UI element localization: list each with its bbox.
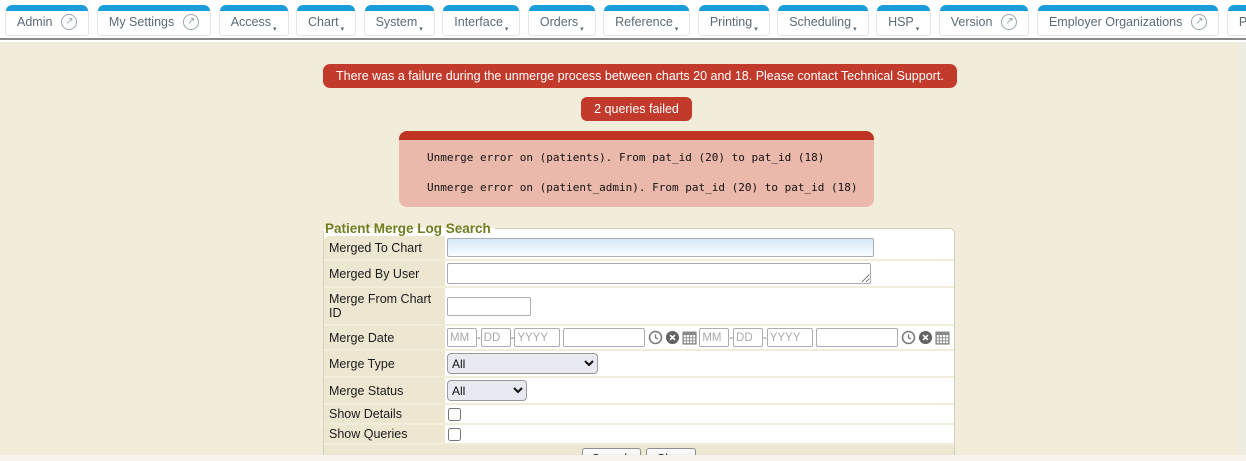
external-link-icon: ↗	[183, 14, 199, 30]
bottom-edge-strip	[0, 455, 1246, 461]
tab-label: System	[376, 15, 418, 29]
tab-hsp[interactable]: HSP ▾	[876, 5, 931, 36]
field-label: Merge Date	[324, 326, 445, 349]
tab-label: Reference	[615, 15, 673, 29]
year-input[interactable]	[767, 328, 813, 347]
form-row-show-details: Show Details	[324, 405, 954, 425]
merge-date-from-group: - -	[447, 328, 699, 347]
calendar-icon[interactable]	[935, 330, 950, 345]
dropdown-caret-icon: ▾	[580, 25, 584, 33]
dropdown-caret-icon: ▾	[505, 25, 509, 33]
field-label: Show Details	[324, 405, 445, 423]
form-title: Patient Merge Log Search	[324, 221, 495, 236]
tab-bar: Admin ↗ My Settings ↗ Access ▾ Chart ▾ S…	[0, 0, 1246, 40]
tab-orders[interactable]: Orders ▾	[528, 5, 596, 36]
merged-to-chart-input[interactable]	[447, 238, 874, 257]
clear-date-icon[interactable]	[918, 330, 933, 345]
month-input[interactable]	[447, 328, 477, 347]
tab-label: Printing	[710, 15, 752, 29]
form-row-show-queries: Show Queries	[324, 425, 954, 445]
error-details-header-bar	[399, 131, 874, 140]
form-row-merge-date: Merge Date - -	[324, 326, 954, 351]
tab-my-settings[interactable]: My Settings ↗	[97, 5, 211, 36]
external-link-icon: ↗	[1191, 14, 1207, 30]
error-banner: There was a failure during the unmerge p…	[323, 64, 957, 88]
merged-by-user-textarea[interactable]	[447, 263, 871, 284]
clock-icon[interactable]	[648, 330, 663, 345]
clock-icon[interactable]	[901, 330, 916, 345]
tab-label: HSP	[888, 15, 914, 29]
error-details-box: Unmerge error on (patients). From pat_id…	[399, 131, 874, 207]
tab-label: Provider Management	[1239, 15, 1246, 29]
form-row-merged-to-chart: Merged To Chart	[324, 236, 954, 261]
tab-label: Interface	[454, 15, 503, 29]
merge-type-select[interactable]: All	[447, 353, 598, 374]
tab-provider-management[interactable]: Provider Management ↗	[1227, 5, 1246, 36]
dropdown-caret-icon: ▾	[675, 25, 679, 33]
tab-label: Scheduling	[789, 15, 851, 29]
merge-from-chart-id-input[interactable]	[447, 297, 531, 316]
dropdown-caret-icon: ▾	[853, 25, 857, 33]
tab-system[interactable]: System ▾	[364, 5, 435, 36]
form-row-merge-from-chart-id: Merge From Chart ID	[324, 288, 954, 326]
patient-merge-log-search-form: Patient Merge Log Search Merged To Chart…	[323, 221, 955, 461]
tab-admin[interactable]: Admin ↗	[5, 5, 89, 36]
error-detail-line: Unmerge error on (patients). From pat_id…	[427, 151, 864, 164]
tab-label: Version	[951, 15, 993, 29]
clear-date-icon[interactable]	[665, 330, 680, 345]
tab-label: Chart	[308, 15, 339, 29]
calendar-icon[interactable]	[682, 330, 697, 345]
tab-interface[interactable]: Interface ▾	[442, 5, 520, 36]
merge-status-select[interactable]: All	[447, 380, 527, 401]
month-input[interactable]	[699, 328, 729, 347]
right-edge-strip	[1238, 42, 1246, 461]
time-input[interactable]	[563, 328, 645, 347]
tab-employer-organizations[interactable]: Employer Organizations ↗	[1037, 5, 1219, 36]
error-details-body: Unmerge error on (patients). From pat_id…	[399, 140, 874, 207]
tab-version[interactable]: Version ↗	[939, 5, 1030, 36]
field-label: Merged To Chart	[324, 236, 445, 259]
dropdown-caret-icon: ▾	[273, 25, 277, 33]
external-link-icon: ↗	[1001, 14, 1017, 30]
tab-chart[interactable]: Chart ▾	[296, 5, 356, 36]
tab-access[interactable]: Access ▾	[219, 5, 289, 36]
dropdown-caret-icon: ▾	[419, 25, 423, 33]
show-details-checkbox[interactable]	[448, 408, 461, 421]
day-input[interactable]	[481, 328, 511, 347]
external-link-icon: ↗	[61, 14, 77, 30]
tab-label: Orders	[540, 15, 578, 29]
tab-label: Admin	[17, 15, 52, 29]
error-detail-line: Unmerge error on (patient_admin). From p…	[427, 181, 864, 194]
center-column: There was a failure during the unmerge p…	[323, 64, 950, 461]
field-label: Merged By User	[324, 261, 445, 286]
dropdown-caret-icon: ▾	[916, 25, 920, 33]
page: Admin ↗ My Settings ↗ Access ▾ Chart ▾ S…	[0, 0, 1246, 461]
tab-label: My Settings	[109, 15, 174, 29]
badge-wrap: 2 queries failed	[323, 97, 950, 121]
show-queries-checkbox[interactable]	[448, 428, 461, 441]
form-row-merged-by-user: Merged By User	[324, 261, 954, 288]
field-label: Show Queries	[324, 425, 445, 443]
field-label: Merge Type	[324, 351, 445, 376]
tab-label: Employer Organizations	[1049, 15, 1182, 29]
time-input[interactable]	[816, 328, 898, 347]
day-input[interactable]	[733, 328, 763, 347]
content-area: There was a failure during the unmerge p…	[0, 42, 1246, 461]
tab-reference[interactable]: Reference ▾	[603, 5, 690, 36]
queries-failed-badge[interactable]: 2 queries failed	[581, 97, 692, 121]
merge-date-to-group: - -	[699, 328, 951, 347]
tab-printing[interactable]: Printing ▾	[698, 5, 770, 36]
field-label: Merge From Chart ID	[324, 288, 445, 324]
field-label: Merge Status	[324, 378, 445, 403]
dropdown-caret-icon: ▾	[754, 25, 758, 33]
tab-label: Access	[231, 15, 271, 29]
tab-scheduling[interactable]: Scheduling ▾	[777, 5, 868, 36]
dropdown-caret-icon: ▾	[341, 25, 345, 33]
form-row-merge-status: Merge Status All	[324, 378, 954, 405]
form-row-merge-type: Merge Type All	[324, 351, 954, 378]
year-input[interactable]	[514, 328, 560, 347]
